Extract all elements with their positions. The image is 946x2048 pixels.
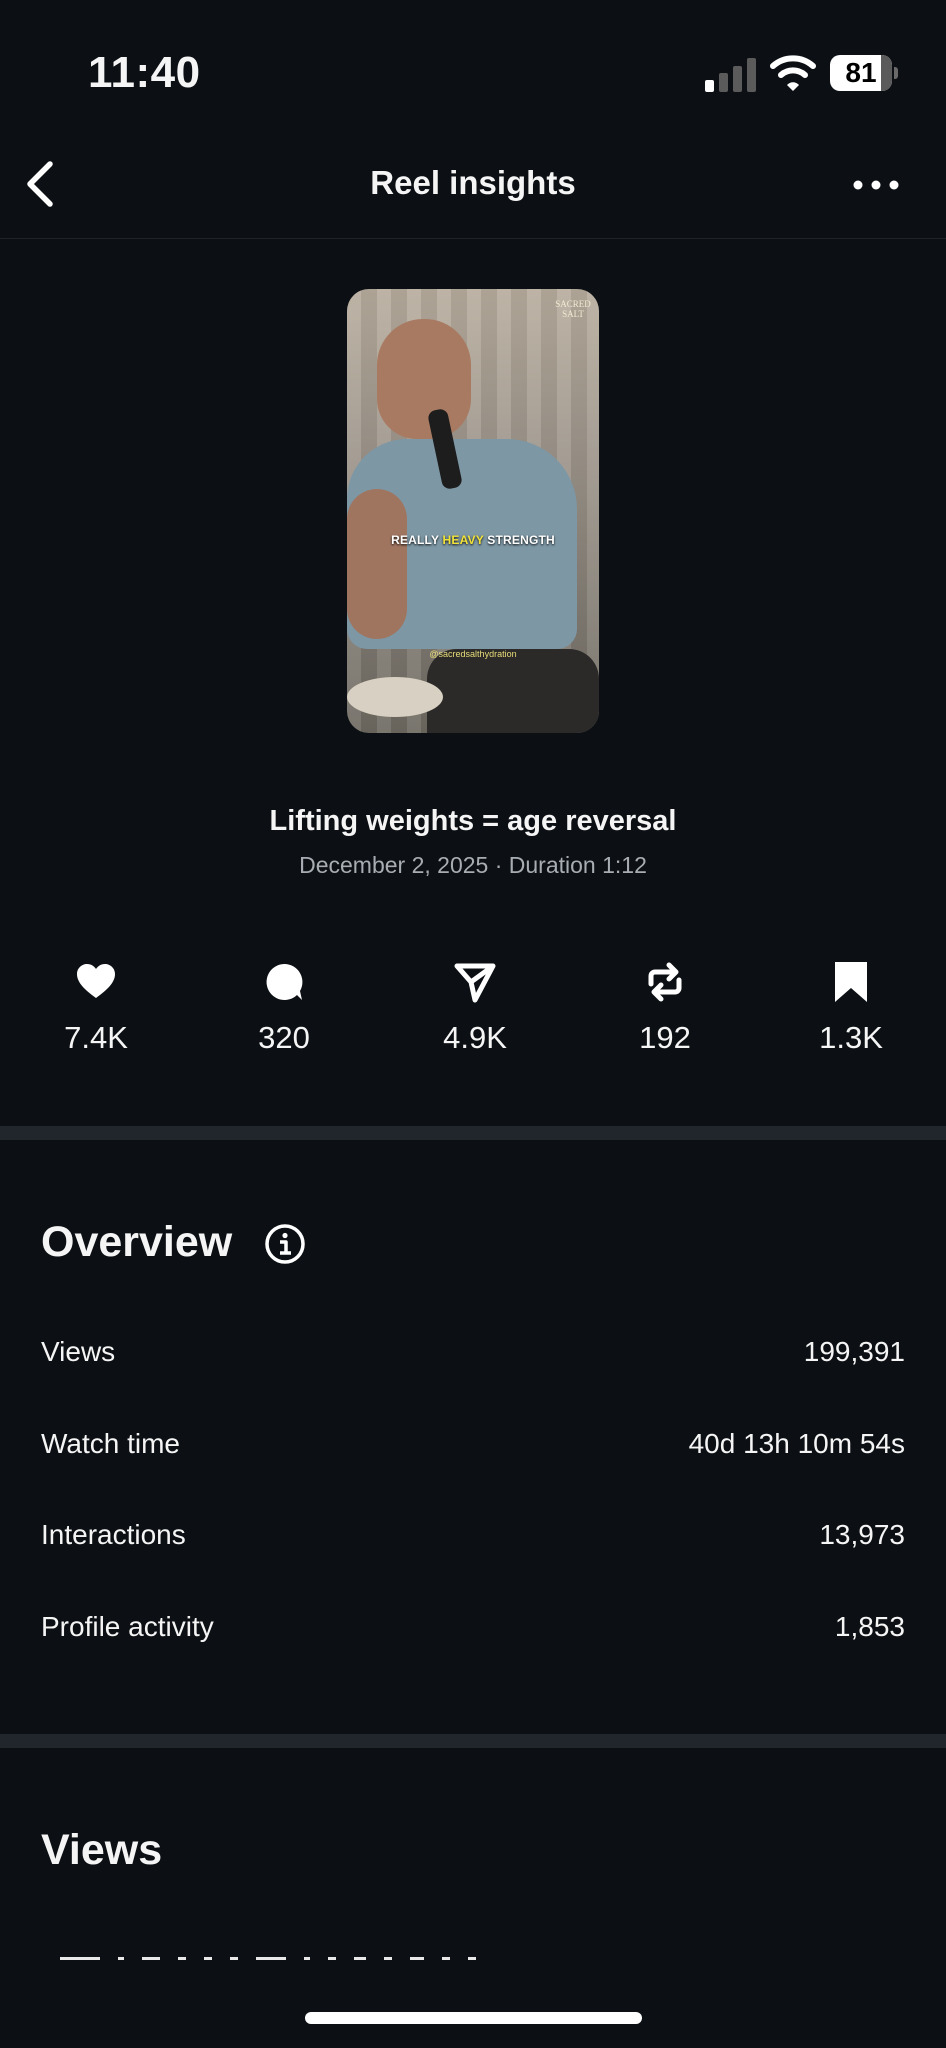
views-section-title: Views xyxy=(41,1826,163,1874)
clipped-content xyxy=(60,1957,840,1967)
reel-insights-screen: 11:40 81 Reel insights SACRED SALT REALL… xyxy=(0,0,946,2048)
section-divider xyxy=(0,1734,946,1748)
reel-title: Lifting weights = age reversal xyxy=(269,805,677,837)
thumbnail-handle: @sacredsalthydration xyxy=(429,649,517,659)
row-label: Interactions xyxy=(41,1519,186,1550)
row-value: 199,391 xyxy=(803,1336,905,1367)
stat-comments: 320 xyxy=(209,960,359,1056)
reel-thumbnail[interactable]: SACRED SALT REALLY HEAVY STRENGTH @sacre… xyxy=(347,289,599,733)
comment-icon xyxy=(266,963,303,1000)
more-horizontal-icon[interactable] xyxy=(848,170,904,200)
status-bar: 11:40 81 xyxy=(0,0,946,150)
row-label: Watch time xyxy=(41,1428,180,1459)
stat-shares: 4.9K xyxy=(400,960,550,1056)
wifi-icon xyxy=(770,55,816,91)
overview-row-profile-activity[interactable]: Profile activity 1,853 xyxy=(41,1611,905,1651)
cellular-signal-icon xyxy=(705,58,756,92)
heart-icon xyxy=(77,964,115,998)
reel-meta: December 2, 2025 · Duration 1:12 xyxy=(299,852,647,878)
thumbnail-caption: REALLY HEAVY STRENGTH xyxy=(391,533,555,547)
section-divider xyxy=(0,1126,946,1140)
row-value: 40d 13h 10m 54s xyxy=(688,1428,905,1459)
page-title: Reel insights xyxy=(370,164,576,201)
overview-row-interactions[interactable]: Interactions 13,973 xyxy=(41,1519,905,1559)
overview-row-views[interactable]: Views 199,391 xyxy=(41,1336,905,1376)
overview-row-watch-time[interactable]: Watch time 40d 13h 10m 54s xyxy=(41,1428,905,1468)
battery-icon: 81 xyxy=(830,55,898,93)
row-value: 13,973 xyxy=(819,1519,905,1550)
row-label: Views xyxy=(41,1336,116,1367)
speaker-figure xyxy=(377,319,471,439)
bookmark-icon xyxy=(835,962,867,1002)
repost-icon xyxy=(648,962,682,1002)
stat-likes: 7.4K xyxy=(21,960,171,1056)
overview-title: Overview xyxy=(41,1218,233,1266)
share-icon xyxy=(454,963,496,1003)
status-time: 11:40 xyxy=(88,48,201,97)
row-value: 1,853 xyxy=(834,1611,905,1642)
nav-header: Reel insights xyxy=(0,150,946,239)
brand-watermark: SACRED SALT xyxy=(555,299,591,319)
info-icon[interactable] xyxy=(264,1223,306,1265)
row-label: Profile activity xyxy=(41,1611,214,1642)
engagement-stats: 7.4K 320 4.9K 192 1.3K xyxy=(0,960,946,1070)
stat-saves: 1.3K xyxy=(776,960,926,1056)
home-indicator[interactable] xyxy=(305,2012,642,2024)
stat-reposts: 192 xyxy=(590,960,740,1056)
battery-level: 81 xyxy=(845,57,877,88)
